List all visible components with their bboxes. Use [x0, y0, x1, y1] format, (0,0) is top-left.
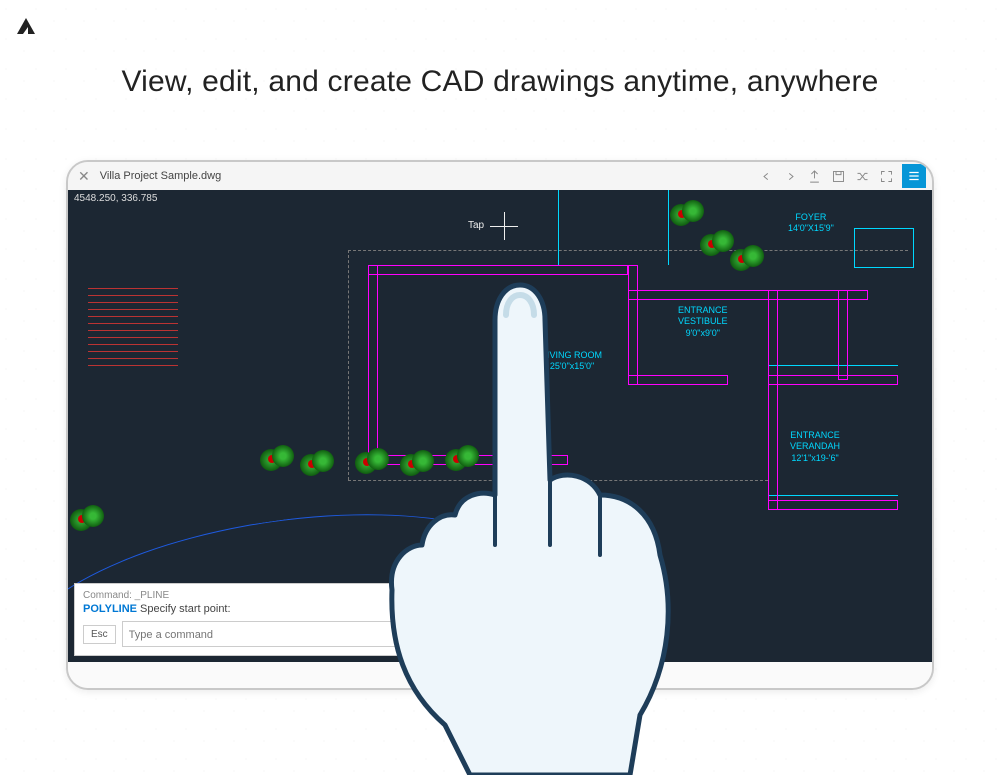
wall — [768, 290, 778, 510]
file-name: Villa Project Sample.dwg — [100, 170, 221, 182]
save-icon[interactable] — [827, 165, 849, 187]
command-prompt-text: Specify start point: — [137, 603, 231, 615]
cyan-box — [854, 228, 914, 268]
app-topbar: ✕ Villa Project Sample.dwg — [68, 162, 932, 190]
menu-icon[interactable] — [902, 164, 926, 188]
share-icon[interactable] — [803, 165, 825, 187]
shrub-icon — [298, 450, 334, 480]
tap-hint: Tap — [468, 220, 484, 231]
redo-icon[interactable] — [779, 165, 801, 187]
autodesk-logo — [10, 10, 42, 42]
close-icon[interactable]: ✕ — [78, 168, 90, 185]
pointing-hand-illustration — [330, 245, 710, 775]
cyan-line — [768, 365, 898, 366]
cursor-coordinates: 4548.250, 336.785 — [74, 193, 157, 204]
fullscreen-icon[interactable] — [875, 165, 897, 187]
command-keyword: POLYLINE — [83, 603, 137, 615]
label-foyer: FOYER 14'0"X15'9" — [788, 212, 834, 235]
hatch-panel — [88, 282, 178, 372]
shuffle-icon[interactable] — [851, 165, 873, 187]
cyan-line — [768, 495, 898, 496]
undo-icon[interactable] — [755, 165, 777, 187]
label-verandah: ENTRANCE VERANDAH 12'1"x19-'6" — [790, 430, 840, 464]
wall — [768, 375, 898, 385]
wall — [838, 290, 848, 380]
shrub-icon — [68, 505, 104, 535]
marketing-headline: View, edit, and create CAD drawings anyt… — [0, 65, 1000, 99]
shrub-icon — [668, 200, 704, 230]
shrub-icon — [258, 445, 294, 475]
esc-button[interactable]: Esc — [83, 625, 116, 644]
wall — [768, 500, 898, 510]
crosshair-icon — [490, 212, 518, 240]
